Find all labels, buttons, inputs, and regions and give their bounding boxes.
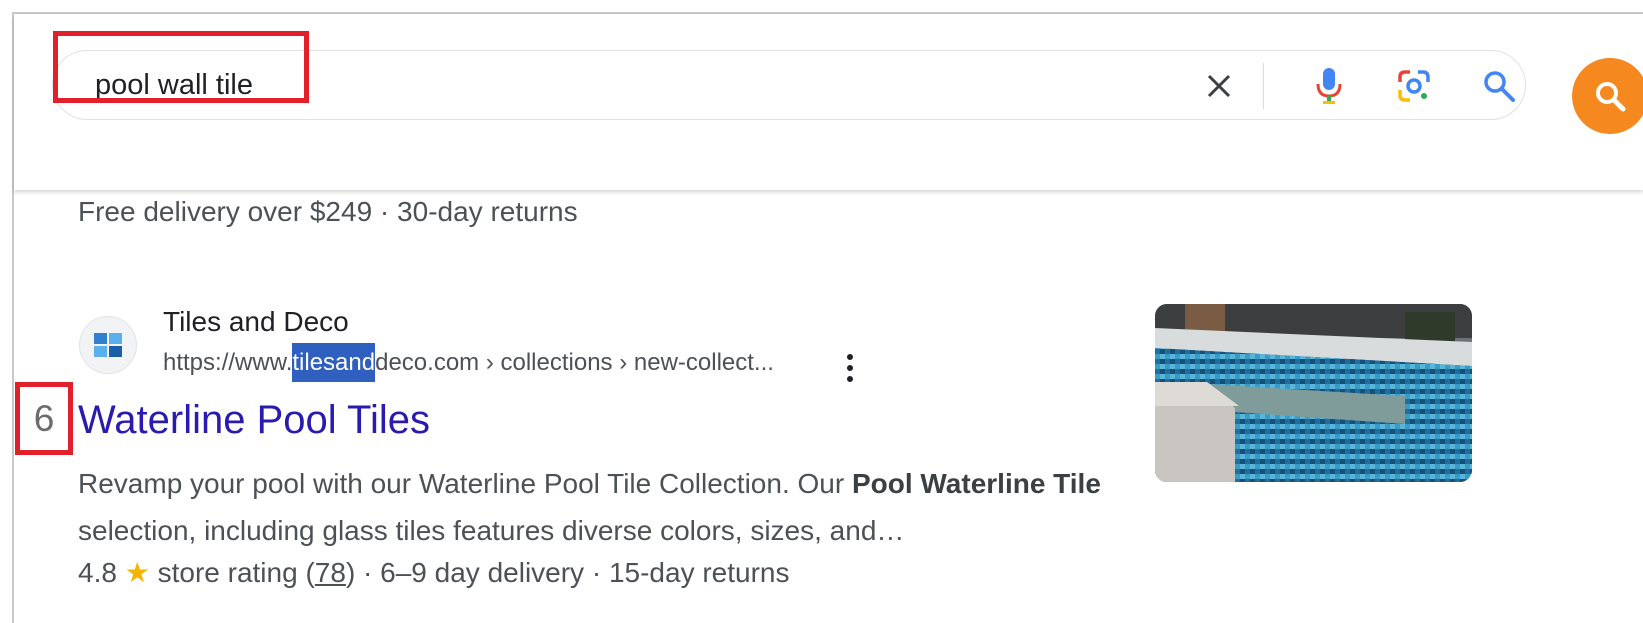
meta-separator: · [584, 557, 609, 588]
magnifier-icon [1484, 71, 1515, 102]
dot [847, 376, 853, 382]
star-icon: ★ [124, 557, 150, 588]
result-snippet: Revamp your pool with our Waterline Pool… [78, 460, 1118, 554]
camera-lens-icon [1398, 70, 1430, 102]
url-suffix: deco.com › collections › new-collect... [375, 349, 774, 376]
more-options-button[interactable] [838, 350, 862, 386]
query-highlight-box [53, 31, 309, 103]
rank-number: 6 [33, 397, 55, 439]
magnifier-icon [1596, 82, 1626, 112]
voice-search-button[interactable] [1308, 65, 1350, 107]
search-box-divider [1263, 63, 1264, 109]
dot [847, 354, 853, 360]
url-selected-text: tilesand [292, 343, 376, 382]
lens-search-button[interactable] [1393, 65, 1435, 107]
orange-search-button[interactable] [1572, 58, 1643, 134]
search-submit-button[interactable] [1478, 65, 1520, 107]
snippet-text: Revamp your pool with our Waterline Pool… [78, 468, 852, 499]
returns-info: 30-day returns [397, 196, 578, 227]
meta-separator: · [372, 196, 398, 227]
rank-highlight-box: 6 [15, 382, 73, 455]
review-count-link[interactable]: 78 [315, 557, 346, 588]
snippet-text: selection, including glass tiles feature… [78, 515, 905, 546]
previous-result-meta: Free delivery over $249 · 30-day returns [78, 196, 578, 228]
close-icon [1207, 74, 1231, 98]
result-thumbnail[interactable] [1155, 304, 1472, 482]
rating-line: 4.8 ★ store rating (78) · 6–9 day delive… [78, 556, 790, 589]
rating-label: store rating ( [149, 557, 315, 588]
url-prefix: https://www. [163, 349, 293, 376]
snippet-bold: Pool Waterline Tile [851, 468, 1101, 499]
tiles-logo-icon [94, 333, 122, 357]
returns-info: 15-day returns [608, 557, 790, 588]
delivery-info: 6–9 day delivery [380, 557, 585, 588]
meta-separator: · [355, 557, 381, 588]
rating-value: 4.8 [78, 557, 117, 588]
microphone-icon [1316, 68, 1342, 104]
site-name[interactable]: Tiles and Deco [163, 306, 349, 338]
pool-tile-image [1155, 304, 1472, 482]
clear-search-button[interactable] [1198, 65, 1240, 107]
dot [847, 365, 853, 371]
site-favicon[interactable] [79, 316, 137, 374]
rating-close: ) [345, 557, 356, 588]
result-title-link[interactable]: Waterline Pool Tiles [78, 398, 430, 443]
delivery-info: Free delivery over $249 [78, 196, 373, 227]
site-url[interactable]: https://www.tilesanddeco.com › collectio… [163, 343, 774, 382]
